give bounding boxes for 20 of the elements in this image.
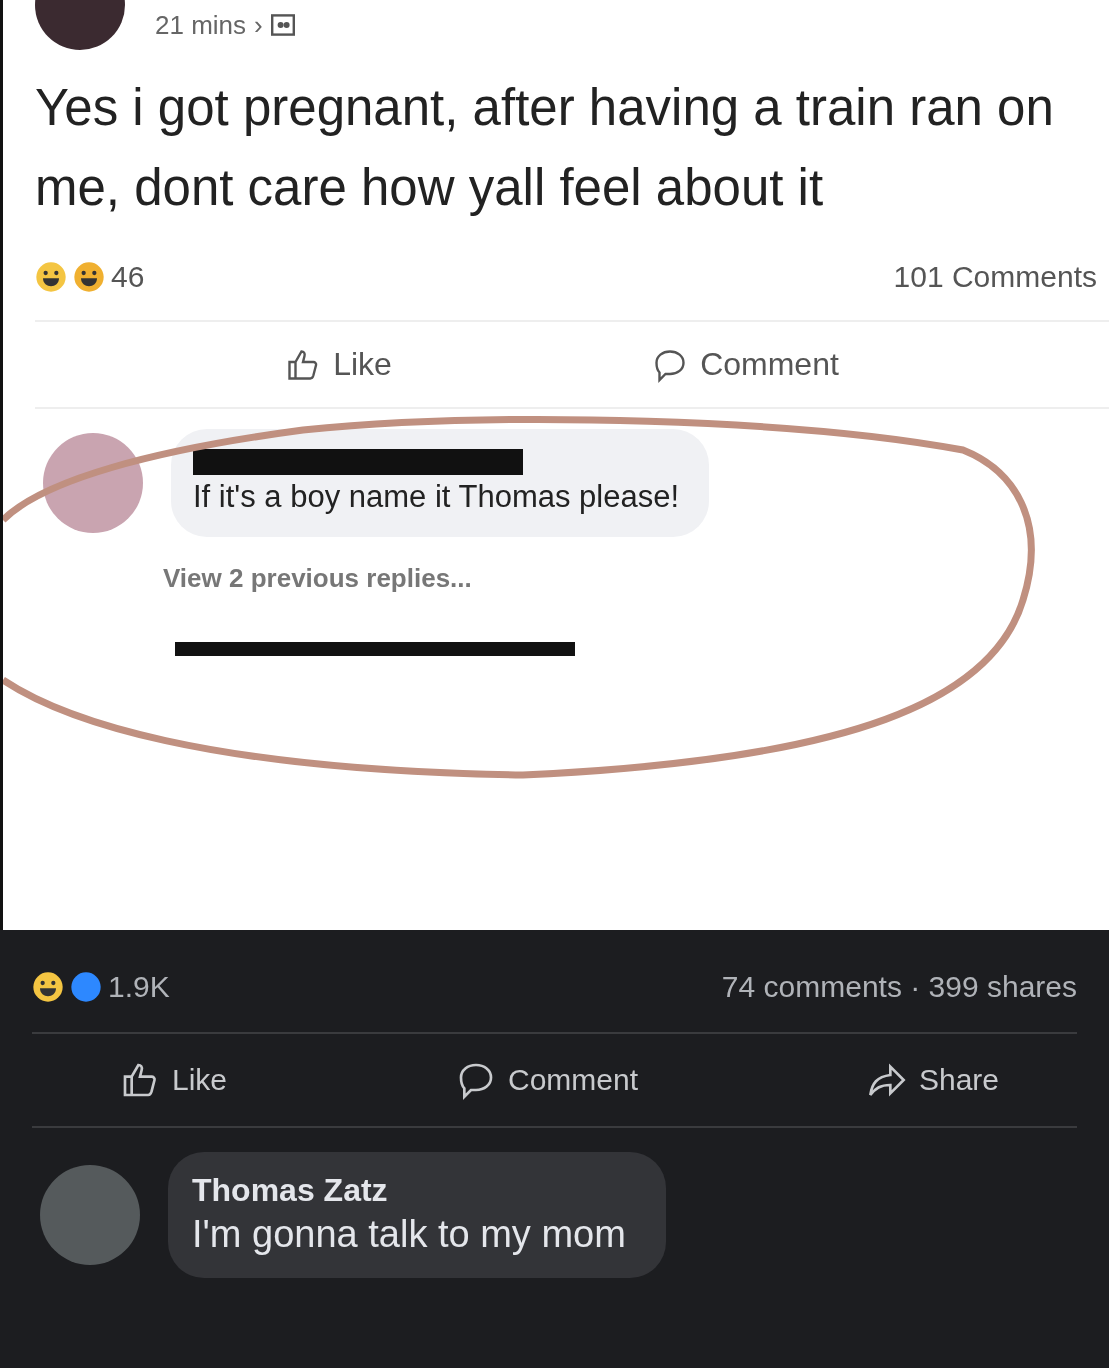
emoji-icon: [73, 261, 105, 293]
comment-author[interactable]: Thomas Zatz: [192, 1172, 626, 1209]
comment-count[interactable]: 101 Comments: [893, 260, 1097, 294]
comment-text: If it's a boy name it Thomas please!: [193, 479, 680, 515]
view-replies-link[interactable]: View 2 previous replies...: [163, 563, 1109, 594]
like-button[interactable]: Like: [277, 342, 400, 387]
like-button[interactable]: Like: [112, 1056, 236, 1104]
emoji-icon: [35, 261, 67, 293]
comment-button[interactable]: Comment: [644, 342, 847, 387]
post-stats[interactable]: 74 comments · 399 shares: [721, 970, 1077, 1004]
post-time: 21 mins: [155, 9, 247, 41]
reaction-count: 46: [111, 260, 145, 294]
emoji-icon: [32, 971, 64, 1003]
comment-button[interactable]: Comment: [447, 1056, 646, 1104]
comment-text: I'm gonna talk to my mom: [192, 1213, 626, 1256]
share-button[interactable]: Share: [858, 1056, 1007, 1104]
friends-icon: [270, 13, 295, 37]
separator-glyph: ›: [254, 9, 263, 41]
post-text: Yes i got pregnant, after having a train ran on me, dont care how yall feel about it: [35, 78, 1055, 218]
reaction-count: 1.9K: [108, 970, 170, 1004]
